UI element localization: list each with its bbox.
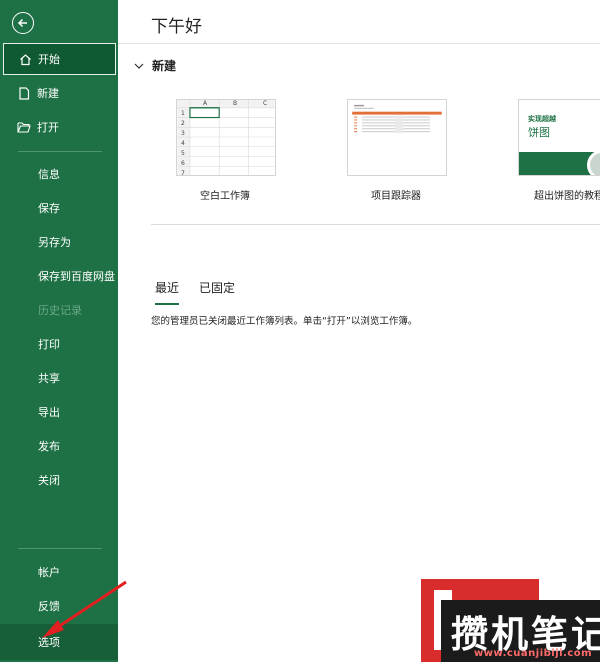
chevron-down-icon bbox=[132, 59, 146, 73]
tab-recent[interactable]: 最近 bbox=[155, 279, 180, 305]
sidebar-item-label: 保存到百度网盘 bbox=[38, 270, 115, 283]
home-icon bbox=[18, 52, 32, 66]
sidebar-item-label: 关闭 bbox=[38, 474, 60, 487]
sidebar-item-save-to-baidu[interactable]: 保存到百度网盘 bbox=[0, 260, 118, 292]
new-section-header[interactable]: 新建 bbox=[132, 57, 176, 74]
sidebar-item-options[interactable]: 选项 bbox=[0, 624, 118, 660]
row-header: 3 bbox=[181, 130, 185, 137]
tab-pinned[interactable]: 已固定 bbox=[199, 279, 235, 300]
sidebar-item-publish[interactable]: 发布 bbox=[0, 430, 118, 462]
sidebar-item-label: 打开 bbox=[37, 121, 59, 134]
sidebar-item-history: 历史记录 bbox=[0, 294, 118, 326]
watermark-logo bbox=[552, 583, 576, 595]
template-thumbnail: 实现超越 饼图 bbox=[518, 99, 600, 176]
column-header: A bbox=[203, 100, 208, 107]
template-pie-chart-tutorial[interactable]: 实现超越 饼图 超出饼图的教程 bbox=[518, 99, 600, 202]
sidebar-item-export[interactable]: 导出 bbox=[0, 396, 118, 428]
sidebar-item-label: 开始 bbox=[38, 53, 60, 66]
sidebar-item-print[interactable]: 打印 bbox=[0, 328, 118, 360]
sidebar-item-info[interactable]: 信息 bbox=[0, 158, 118, 190]
recent-tabs: 最近 已固定 bbox=[155, 279, 255, 305]
sidebar-item-close[interactable]: 关闭 bbox=[0, 464, 118, 496]
sidebar-item-save-as[interactable]: 另存为 bbox=[0, 226, 118, 258]
watermark-url: www.cuanjibiji.com bbox=[474, 648, 593, 659]
row-header: 6 bbox=[181, 160, 185, 167]
row-header: 4 bbox=[181, 140, 185, 147]
sidebar-item-label: 保存 bbox=[38, 202, 60, 215]
row-header: 5 bbox=[181, 150, 185, 157]
template-blank-workbook[interactable]: A B C 1 2 3 4 5 6 7 空白工作簿 bbox=[176, 99, 276, 202]
sidebar-item-label: 反馈 bbox=[38, 600, 60, 613]
sidebar-item-account[interactable]: 帐户 bbox=[0, 556, 118, 588]
template-project-tracker[interactable]: 项目跟踪器 bbox=[347, 99, 447, 202]
section-title: 新建 bbox=[152, 59, 177, 73]
backstage-sidebar: 开始 新建 打开 信息 保存 另存为 保存到百度网盘 历史记录 打印 共享 导出… bbox=[0, 0, 118, 662]
sidebar-item-label: 历史记录 bbox=[38, 304, 82, 317]
divider bbox=[118, 43, 600, 44]
template-caption: 项目跟踪器 bbox=[371, 191, 421, 202]
tracker-table-icon bbox=[352, 104, 442, 134]
sidebar-item-label: 导出 bbox=[38, 406, 60, 419]
column-header: C bbox=[263, 100, 268, 107]
back-arrow-icon bbox=[17, 18, 27, 28]
sidebar-item-label: 信息 bbox=[38, 168, 60, 181]
thumbnail-text: 实现超越 bbox=[528, 115, 556, 123]
sidebar-item-new[interactable]: 新建 bbox=[0, 77, 118, 109]
template-caption: 空白工作簿 bbox=[200, 191, 250, 202]
sidebar-item-label: 打印 bbox=[38, 338, 60, 351]
spreadsheet-grid-icon bbox=[177, 100, 275, 175]
recent-disabled-notice: 您的管理员已关闭最近工作簿列表。单击“打开”以浏览工作簿。 bbox=[151, 316, 418, 327]
row-header: 2 bbox=[181, 120, 185, 127]
sidebar-item-home[interactable]: 开始 bbox=[3, 43, 116, 75]
backstage-main: 下午好 新建 A B C 1 2 3 4 5 6 7 空白工作簿 项目跟踪器 实… bbox=[118, 0, 600, 662]
sidebar-item-share[interactable]: 共享 bbox=[0, 362, 118, 394]
sidebar-item-label: 另存为 bbox=[38, 236, 71, 249]
sidebar-item-feedback[interactable]: 反馈 bbox=[0, 590, 118, 622]
back-button[interactable] bbox=[12, 12, 34, 34]
row-header: 7 bbox=[181, 170, 185, 176]
divider bbox=[151, 224, 600, 225]
new-file-icon bbox=[17, 86, 31, 100]
sidebar-item-label: 发布 bbox=[38, 440, 60, 453]
sidebar-item-label: 帐户 bbox=[38, 566, 60, 579]
template-thumbnail bbox=[347, 99, 447, 176]
page-title: 下午好 bbox=[151, 17, 202, 37]
sidebar-item-open[interactable]: 打开 bbox=[0, 111, 118, 143]
column-header: B bbox=[233, 100, 238, 107]
sidebar-item-label: 新建 bbox=[37, 87, 59, 100]
row-header: 1 bbox=[181, 110, 185, 117]
sidebar-item-save[interactable]: 保存 bbox=[0, 192, 118, 224]
sidebar-item-label: 共享 bbox=[38, 372, 60, 385]
sidebar-divider bbox=[18, 151, 102, 152]
sidebar-divider bbox=[18, 548, 102, 549]
template-caption: 超出饼图的教程 bbox=[534, 191, 600, 202]
template-thumbnail: A B C 1 2 3 4 5 6 7 bbox=[176, 99, 276, 176]
thumbnail-text: 饼图 bbox=[528, 126, 550, 139]
open-folder-icon bbox=[17, 120, 31, 134]
sidebar-item-label: 选项 bbox=[38, 636, 60, 649]
